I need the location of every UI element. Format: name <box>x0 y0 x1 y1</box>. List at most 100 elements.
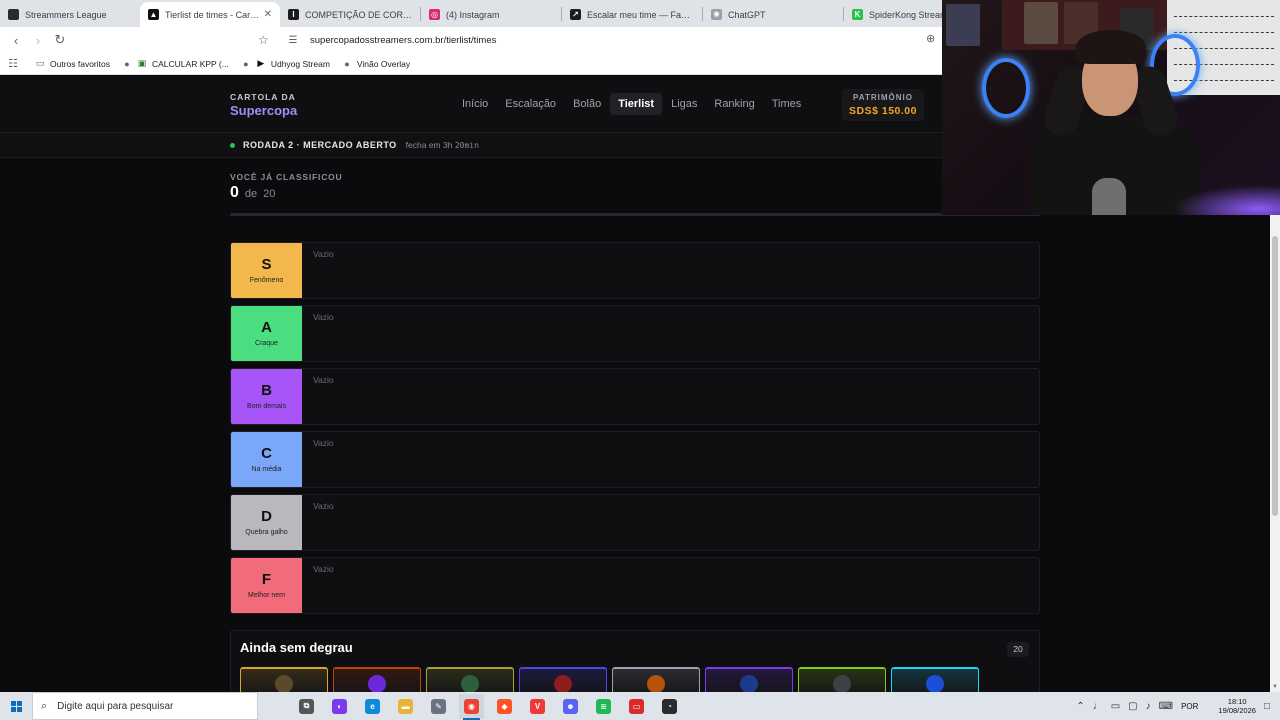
tier-drop-zone[interactable]: Vazio <box>302 306 1039 361</box>
nav-item-tierlist[interactable]: Tierlist <box>610 93 663 115</box>
team-card[interactable] <box>612 667 700 692</box>
scroll-down-arrow-icon[interactable]: ▼ <box>1271 684 1279 690</box>
progress-count: 0 de 20 <box>230 184 1040 202</box>
team-card[interactable] <box>240 667 328 692</box>
taskbar-app-glyph: ◉ <box>464 698 479 714</box>
tray-expand-icon[interactable]: ⌃ <box>1076 701 1084 712</box>
tier-name: Craque <box>255 340 278 347</box>
tier-letter: S <box>261 256 272 273</box>
nav-item-ranking[interactable]: Ranking <box>706 93 762 115</box>
brand-small-text: CARTOLA DA <box>230 92 296 102</box>
tier-drop-zone[interactable]: Vazio <box>302 243 1039 298</box>
brand-big-text: Supercopa <box>230 102 298 118</box>
bookmark-star-icon[interactable]: ☆ <box>258 33 269 47</box>
tier-empty-text: Vazio <box>313 375 334 385</box>
file-explorer-icon[interactable]: ▬ <box>393 694 418 719</box>
voice-app-icon[interactable]: ▭ <box>624 694 649 719</box>
site-logo[interactable]: CARTOLA DA Supercopa <box>230 93 297 117</box>
team-logo-icon <box>647 675 665 692</box>
team-card[interactable] <box>891 667 979 692</box>
tier-drop-zone[interactable]: Vazio <box>302 558 1039 613</box>
copilot-icon[interactable]: ◐ <box>327 694 352 719</box>
nav-item-escalacao[interactable]: Escalação <box>497 93 564 115</box>
tier-row-f: F Melhor nem Vazio <box>230 557 1040 614</box>
webcam-microphone <box>1092 178 1126 215</box>
round-closes-prefix: fecha em 3h <box>405 140 453 150</box>
bookmark-vinao-overlay[interactable]: ● Vinão Overlay <box>342 59 410 69</box>
bookmark-label: Vinão Overlay <box>356 58 411 69</box>
brave-icon[interactable]: ◆ <box>492 694 517 719</box>
team-logo-icon <box>275 675 293 692</box>
obs-icon[interactable]: ◔ <box>657 694 682 719</box>
play-icon: ▶ <box>257 58 265 68</box>
nav-item-inicio[interactable]: Início <box>454 93 496 115</box>
back-arrow-icon[interactable]: ‹ <box>6 30 26 50</box>
zoom-icon[interactable]: ⊕ <box>926 32 935 45</box>
tier-label: F Melhor nem <box>231 558 302 613</box>
browser-tab[interactable]: Streammers League <box>0 2 140 27</box>
team-card[interactable] <box>519 667 607 692</box>
team-logo-icon <box>833 675 851 692</box>
address-bar[interactable]: ☆ ☰ supercopadosstreamers.com.br/tierlis… <box>256 30 956 50</box>
search-icon: ⌕ <box>41 699 48 712</box>
taskbar-search-input[interactable] <box>57 700 238 712</box>
taskbar-app-glyph: ✎ <box>431 698 446 714</box>
team-card-strip <box>240 667 984 692</box>
tier-drop-zone[interactable]: Vazio <box>302 495 1039 550</box>
nav-item-times[interactable]: Times <box>764 93 810 115</box>
bookmark-udhyog-stream[interactable]: ● ▶ Udhyog Stream <box>241 58 330 69</box>
tier-name: Melhor nem <box>248 592 285 599</box>
browser-tab[interactable]: ◎ (4) Instagram <box>421 2 561 27</box>
tab-title: Streammers League <box>25 9 107 20</box>
nav-item-bolao[interactable]: Bolão <box>565 93 609 115</box>
apps-grid-icon[interactable]: ☷ <box>8 58 23 70</box>
site-info-icon[interactable]: ☰ <box>286 35 300 46</box>
task-view-icon[interactable]: ⧉ <box>294 694 319 719</box>
url-text[interactable]: supercopadosstreamers.com.br/tierlist/ti… <box>310 35 496 46</box>
pin-app-icon[interactable]: ✎ <box>426 694 451 719</box>
taskbar-app-glyph: V <box>530 698 545 714</box>
tier-drop-zone[interactable]: Vazio <box>302 432 1039 487</box>
keyboard-icon[interactable]: ⌨ <box>1159 701 1173 712</box>
system-clock[interactable]: 18:10 19/08/2026 <box>1218 697 1256 716</box>
display-icon[interactable]: ▢ <box>1128 701 1137 712</box>
scroll-thumb[interactable] <box>1272 236 1278 516</box>
volume-icon[interactable]: ♪ <box>1146 701 1151 712</box>
network-icon[interactable]: ▭ <box>1111 701 1120 712</box>
tab-title: COMPETIÇÃO DE CORTES DO <box>305 9 412 20</box>
browser-tab[interactable]: ↗ Escalar meu time — Fantasy da <box>562 2 702 27</box>
taskbar-search[interactable]: ⌕ <box>32 692 258 720</box>
browser-tab[interactable]: I COMPETIÇÃO DE CORTES DO <box>280 2 420 27</box>
wallet-label: PATRIMÔNIO <box>853 93 913 102</box>
bookmark-outros-favoritos[interactable]: ▭ Outros favoritos <box>35 58 110 69</box>
unranked-pool: Ainda sem degrau 20 <box>230 630 1040 692</box>
windows-logo-icon <box>10 700 22 712</box>
team-logo-icon <box>926 675 944 692</box>
tier-drop-zone[interactable]: Vazio <box>302 369 1039 424</box>
nav-item-ligas[interactable]: Ligas <box>663 93 705 115</box>
discord-icon[interactable]: ☻ <box>558 694 583 719</box>
spotify-icon[interactable]: ≋ <box>591 694 616 719</box>
team-card[interactable] <box>333 667 421 692</box>
browser-tab[interactable]: ▲ Tierlist de times - Cartola da Supercop… <box>140 2 280 27</box>
progress-label: VOCÊ JÁ CLASSIFICOU <box>230 172 343 182</box>
tier-empty-text: Vazio <box>313 438 334 448</box>
edge-icon[interactable]: e <box>360 694 385 719</box>
forward-arrow-icon[interactable]: › <box>28 30 48 50</box>
chrome-icon[interactable]: ◉ <box>459 693 484 720</box>
tab-close-icon[interactable]: ✕ <box>264 9 272 20</box>
reload-icon[interactable]: ↻ <box>50 30 70 50</box>
notification-icon[interactable]: □ <box>1264 701 1270 712</box>
microphone-icon[interactable]: ♩ <box>1093 701 1103 712</box>
input-language[interactable]: POR <box>1181 702 1198 711</box>
taskbar-app-glyph: ⧉ <box>299 698 314 714</box>
bookmark-calcular-kpp[interactable]: ● ▣ CALCULAR KPP (... <box>122 58 229 69</box>
vivaldi-icon[interactable]: V <box>525 694 550 719</box>
taskbar-app-glyph: ◔ <box>662 698 677 714</box>
browser-tab[interactable]: ✺ ChatGPT <box>703 2 843 27</box>
team-card[interactable] <box>798 667 886 692</box>
start-button[interactable] <box>0 692 32 720</box>
team-card[interactable] <box>705 667 793 692</box>
tab-title: ChatGPT <box>728 9 766 20</box>
team-card[interactable] <box>426 667 514 692</box>
